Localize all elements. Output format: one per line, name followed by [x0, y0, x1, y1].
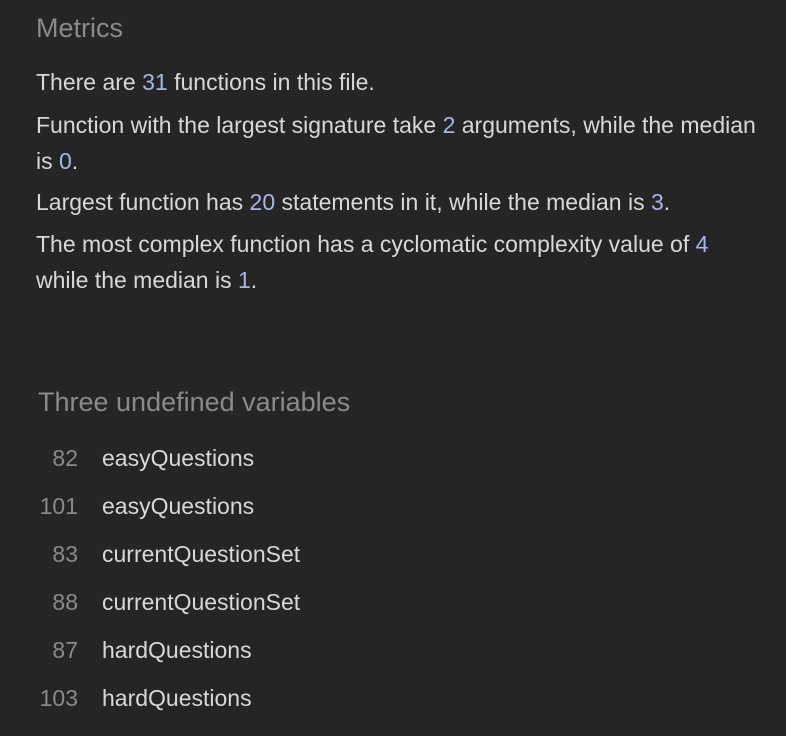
- line-number: 88: [52, 588, 78, 615]
- functions-count-value: 31: [142, 69, 168, 95]
- statements-middle: statements in it, while the median is: [275, 189, 651, 215]
- signature-text: Function with the largest signature take…: [36, 107, 756, 179]
- complexity-largest-value: 4: [695, 231, 709, 257]
- complexity-text: The most complex function has a cyclomat…: [36, 226, 756, 298]
- metrics-heading: Metrics: [36, 13, 123, 43]
- undefined-variable-row[interactable]: 88 currentQuestionSet: [0, 578, 786, 626]
- statements-median-value: 3: [650, 189, 664, 215]
- complexity-suffix: .: [250, 267, 258, 293]
- statements-prefix: Largest function has: [36, 189, 250, 215]
- variable-name: currentQuestionSet: [102, 540, 301, 567]
- line-number: 87: [52, 636, 78, 663]
- variable-name: hardQuestions: [102, 636, 252, 663]
- functions-count-text: There are 31 functions in this file.: [36, 64, 756, 100]
- statements-largest-value: 20: [249, 189, 276, 215]
- undefined-variables-list: 82 easyQuestions 101 easyQuestions 83 cu…: [0, 434, 786, 722]
- signature-median-value: 0: [59, 148, 72, 174]
- undefined-variable-row[interactable]: 82 easyQuestions: [0, 434, 786, 482]
- variable-name: hardQuestions: [102, 684, 252, 711]
- complexity-median-value: 1: [238, 267, 251, 293]
- undefined-variable-row[interactable]: 103 hardQuestions: [0, 674, 786, 722]
- line-number: 103: [39, 684, 78, 711]
- statements-text: Largest function has 20 statements in it…: [36, 184, 756, 220]
- line-number: 101: [39, 492, 78, 519]
- undefined-variables-heading: Three undefined variables: [38, 387, 351, 417]
- functions-count-suffix: functions in this file.: [167, 69, 375, 95]
- signature-prefix: Function with the largest signature take: [36, 112, 443, 138]
- variable-name: easyQuestions: [102, 492, 255, 519]
- signature-largest-value: 2: [442, 112, 456, 138]
- complexity-middle: while the median is: [36, 267, 238, 293]
- functions-count-prefix: There are: [36, 69, 143, 95]
- undefined-variable-row[interactable]: 87 hardQuestions: [0, 626, 786, 674]
- undefined-variable-row[interactable]: 101 easyQuestions: [0, 482, 786, 530]
- line-number: 83: [52, 540, 78, 567]
- complexity-prefix: The most complex function has a cyclomat…: [36, 231, 696, 257]
- variable-name: easyQuestions: [102, 444, 255, 471]
- line-number: 82: [52, 444, 78, 471]
- signature-suffix: .: [71, 148, 79, 174]
- undefined-variable-row[interactable]: 83 currentQuestionSet: [0, 530, 786, 578]
- variable-name: currentQuestionSet: [102, 588, 301, 615]
- statements-suffix: .: [663, 189, 671, 215]
